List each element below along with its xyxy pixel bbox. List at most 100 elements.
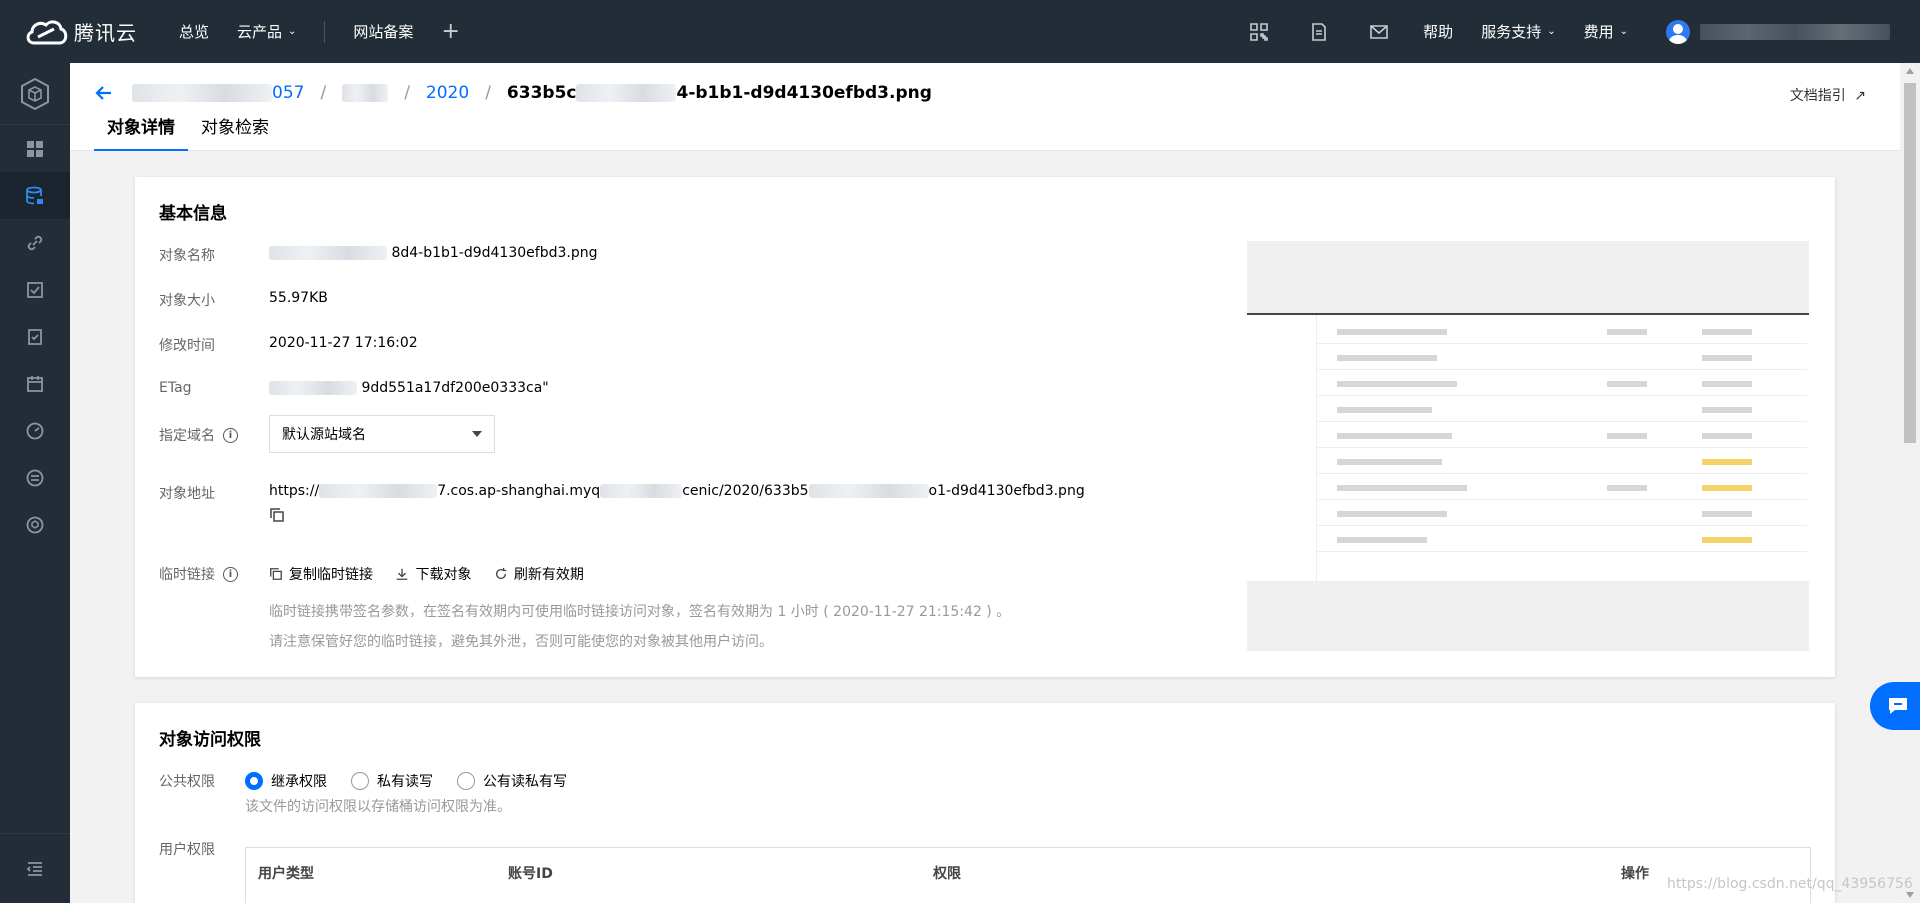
sidebar-item-tasks[interactable] [0, 266, 70, 313]
sidebar-item-links[interactable] [0, 219, 70, 266]
doc-guide-link[interactable]: 文档指引 ↗ [1790, 85, 1866, 105]
row-object-url: 对象地址 https:// 7.cos.ap-shanghai.myq cenic/… [159, 483, 1085, 527]
chevron-down-icon: ⌄ [1547, 26, 1556, 37]
preview-row-line [1317, 395, 1807, 396]
access-permission-title: 对象访问权限 [159, 730, 261, 750]
copy-temp-link-button[interactable]: 复制临时链接 [269, 564, 373, 584]
checkbox-icon [27, 281, 43, 298]
scroll-down-arrow-icon[interactable] [1906, 892, 1914, 898]
qrcode-icon[interactable] [1229, 0, 1289, 63]
bucket-name-redacted [132, 84, 272, 102]
sidebar-item-monitor[interactable] [0, 407, 70, 454]
basic-info-title: 基本信息 [159, 204, 227, 224]
redacted-text [319, 484, 438, 498]
radio-public-read[interactable]: 公有读私有写 [457, 771, 567, 791]
redacted-text [269, 246, 387, 260]
nav-help[interactable]: 帮助 [1409, 0, 1467, 63]
page-scrollbar[interactable] [1900, 63, 1920, 903]
breadcrumb-separator: / [404, 83, 410, 103]
nav-products[interactable]: 云产品 ⌄ [223, 0, 310, 63]
preview-cell [1607, 381, 1647, 387]
folder-name-redacted[interactable] [342, 84, 389, 102]
download-object-button[interactable]: 下载对象 [395, 564, 471, 584]
basic-info-card: 基本信息 对象名称 8d4-b1b1-d9d4130efbd3.png 对象大小… [135, 177, 1835, 677]
refresh-validity-button[interactable]: 刷新有效期 [494, 564, 584, 584]
radio-private-label: 私有读写 [377, 774, 433, 790]
logo-text: 腾讯云 [74, 21, 137, 45]
sidebar-item-overview[interactable] [0, 125, 70, 172]
back-arrow-icon[interactable] [94, 83, 114, 103]
chat-support-button[interactable] [1870, 682, 1920, 730]
avatar[interactable] [1666, 19, 1690, 44]
file-name-redacted [576, 84, 677, 102]
sidebar [0, 63, 70, 903]
refresh-validity-label: 刷新有效期 [513, 567, 584, 583]
add-shortcut-icon[interactable]: + [427, 19, 473, 44]
tab-object-details[interactable]: 对象详情 [94, 115, 188, 151]
nav-fees-label: 费用 [1583, 23, 1614, 41]
preview-cell [1607, 433, 1647, 439]
scroll-thumb[interactable] [1904, 83, 1916, 443]
url-part: cenic/2020/633b5 [682, 483, 809, 499]
redacted-text [269, 381, 357, 395]
preview-cell [1702, 511, 1752, 517]
cos-product-icon[interactable] [0, 63, 70, 125]
public-permission-radio-group: 继承权限 私有读写 公有读私有写 [245, 771, 591, 791]
refresh-icon [495, 567, 507, 580]
nav-support[interactable]: 服务支持 ⌄ [1467, 0, 1569, 63]
sidebar-item-calendar[interactable] [0, 360, 70, 407]
radio-private[interactable]: 私有读写 [351, 771, 433, 791]
doc-guide-label: 文档指引 [1789, 88, 1846, 104]
object-url-value[interactable]: https:// 7.cos.ap-shanghai.myq cenic/2020/… [269, 483, 1085, 527]
preview-row-line [1317, 447, 1807, 448]
public-permission-label: 公共权限 [159, 774, 215, 790]
redacted-text [600, 484, 683, 498]
modified-time-value: 2020-11-27 17:16:02 [269, 335, 418, 351]
mail-icon[interactable] [1349, 0, 1409, 63]
domain-select[interactable]: 默认源站域名 [269, 415, 495, 453]
etag-label: ETag [159, 380, 192, 396]
username-redacted[interactable] [1700, 23, 1890, 40]
radio-inherit[interactable]: 继承权限 [245, 771, 327, 791]
temp-link-hint-1: 临时链接携带签名参数，在签名有效期内可使用临时链接访问对象，签名有效期为 1 小… [269, 604, 1011, 620]
domain-label-text: 指定域名 [159, 428, 215, 444]
object-name-value: 8d4-b1b1-d9d4130efbd3.png [269, 245, 597, 261]
row-etag: ETag 9dd551a17df200e0333ca" [159, 380, 549, 396]
row-temp-link: 临时链接 i 复制临时链接 下载对象 刷新有效期 [159, 564, 602, 585]
sidebar-item-security[interactable] [0, 501, 70, 548]
document-icon[interactable] [1289, 0, 1349, 63]
copy-icon [270, 568, 282, 580]
sidebar-item-buckets[interactable] [0, 172, 70, 219]
scroll-up-arrow-icon[interactable] [1906, 68, 1914, 74]
nav-fees[interactable]: 费用 ⌄ [1570, 0, 1642, 63]
sidebar-item-audit[interactable] [0, 313, 70, 360]
etag-value: 9dd551a17df200e0333ca" [269, 380, 549, 396]
sidebar-item-data-process[interactable] [0, 454, 70, 501]
collapse-sidebar-icon[interactable] [0, 833, 70, 903]
preview-cell [1337, 433, 1452, 439]
url-part: o1-d9d4130efbd3.png [928, 483, 1085, 499]
nav-overview[interactable]: 总览 [165, 0, 223, 63]
logo[interactable]: 腾讯云 [0, 17, 165, 47]
row-object-name: 对象名称 8d4-b1b1-d9d4130efbd3.png [159, 245, 597, 265]
breadcrumb-separator: / [320, 83, 327, 103]
preview-cell [1702, 381, 1752, 387]
preview-cell [1337, 459, 1442, 465]
nav-support-label: 服务支持 [1481, 23, 1542, 41]
tab-object-search[interactable]: 对象检索 [188, 115, 282, 151]
preview-cell [1702, 407, 1752, 413]
radio-unselected-icon [351, 772, 369, 790]
radio-public-read-label: 公有读私有写 [483, 774, 567, 790]
object-name-text: 8d4-b1b1-d9d4130efbd3.png [391, 245, 598, 261]
url-part: https:// [269, 483, 320, 499]
chevron-down-icon: ⌄ [1619, 26, 1628, 37]
nav-icp-filing[interactable]: 网站备案 [339, 0, 427, 63]
breadcrumb-bucket[interactable]: 057 [272, 83, 304, 103]
preview-row-line [1317, 343, 1807, 344]
copy-url-icon[interactable] [269, 507, 1085, 527]
preview-cell [1607, 329, 1647, 335]
info-icon[interactable]: i [223, 427, 238, 443]
object-size-value: 55.97KB [269, 290, 328, 306]
info-icon[interactable]: i [223, 566, 238, 582]
breadcrumb-folder[interactable]: 2020 [426, 83, 469, 103]
